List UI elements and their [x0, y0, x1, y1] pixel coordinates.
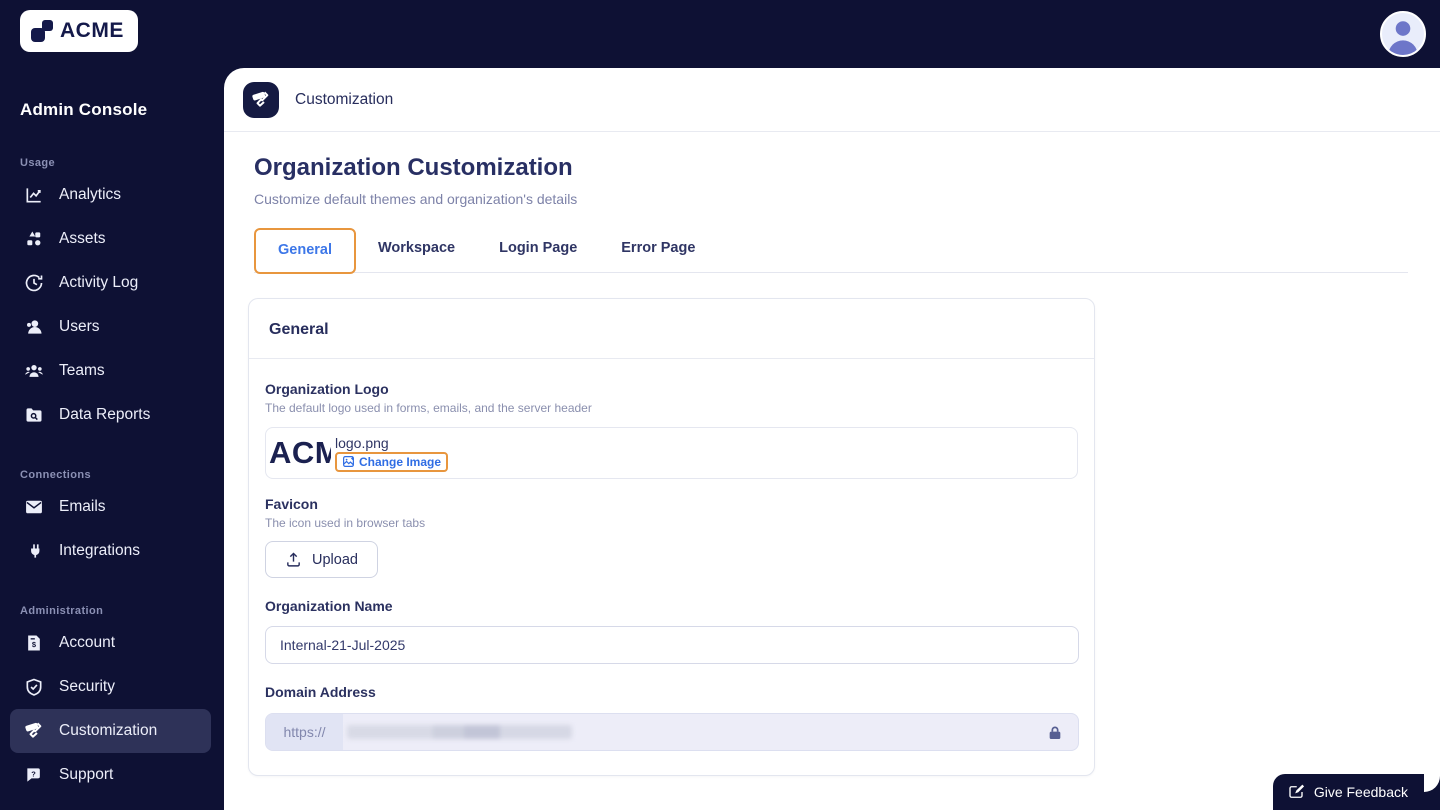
image-plus-icon — [343, 456, 354, 467]
sidebar-item-label: Analytics — [59, 186, 122, 203]
sidebar-item-label: Account — [59, 634, 116, 651]
assets-grid-icon — [27, 231, 41, 246]
sidebar-item-label: Activity Log — [59, 274, 139, 291]
panel-header-title: Customization — [295, 90, 394, 108]
lock-icon — [1049, 726, 1061, 739]
card-body: Organization Logo The default logo used … — [249, 359, 1094, 775]
sidebar-item-label: Customization — [59, 722, 158, 739]
brand-logo[interactable]: ACME — [20, 10, 138, 52]
envelope-icon — [26, 500, 42, 514]
section-label-usage: Usage — [20, 157, 56, 169]
favicon-field: Favicon The icon used in browser tabs Up… — [265, 496, 1078, 578]
analytics-chart-icon — [26, 188, 41, 203]
sidebar-item-label: Emails — [59, 498, 106, 515]
sidebar-item-label: Support — [59, 766, 114, 783]
plug-icon — [31, 544, 40, 558]
sidebar-item-label: Security — [59, 678, 115, 695]
general-settings-card: General Organization Logo The default lo… — [248, 298, 1095, 776]
logo-filename: logo.png — [335, 434, 389, 451]
sidebar-item-label: Assets — [59, 230, 106, 247]
upload-button-label: Upload — [312, 551, 358, 568]
sidebar-item-teams[interactable]: Teams — [10, 349, 211, 393]
feedback-pencil-icon — [1289, 784, 1304, 798]
paint-roller-icon — [25, 722, 42, 738]
section-label-administration: Administration — [20, 605, 104, 617]
upload-icon — [287, 552, 300, 567]
sidebar-item-label: Integrations — [59, 542, 140, 559]
sidebar-item-support[interactable]: ? Support — [10, 753, 211, 797]
domain-protocol-prefix: https:// — [266, 714, 343, 750]
sidebar-item-analytics[interactable]: Analytics — [10, 173, 211, 217]
sidebar-item-integrations[interactable]: Integrations — [10, 529, 211, 573]
brand-name: ACME — [60, 19, 124, 42]
give-feedback-label: Give Feedback — [1313, 784, 1408, 800]
favicon-label: Favicon — [265, 496, 318, 512]
sidebar-item-label: Users — [59, 318, 100, 335]
logo-meta: logo.png Change Image — [335, 434, 449, 472]
organization-name-label: Organization Name — [265, 598, 393, 614]
tab-general[interactable]: General — [254, 228, 356, 274]
user-avatar-icon — [1388, 21, 1418, 55]
sidebar-item-data-reports[interactable]: Data Reports — [10, 393, 211, 437]
sidebar-item-assets[interactable]: Assets — [10, 217, 211, 261]
billing-document-icon: $ — [28, 635, 40, 651]
sidebar-title: Admin Console — [20, 100, 148, 119]
sidebar-item-users[interactable]: Users — [10, 305, 211, 349]
page-content: Organization Customization Customize def… — [224, 132, 1440, 776]
sidebar-item-security[interactable]: Security — [10, 665, 211, 709]
user-avatar[interactable] — [1380, 11, 1426, 57]
sidebar-item-account[interactable]: $ Account — [10, 621, 211, 665]
acme-logo-icon — [30, 19, 54, 43]
sidebar-item-activity-log[interactable]: Activity Log — [10, 261, 211, 305]
organization-logo-image: ACME — [269, 435, 331, 470]
sidebar: Admin Console Usage Analytics Assets Act… — [0, 68, 224, 810]
domain-address-label: Domain Address — [265, 684, 376, 700]
domain-address-input: https:// — [265, 713, 1079, 751]
sidebar-item-customization[interactable]: Customization — [10, 709, 211, 753]
organization-name-input[interactable] — [265, 626, 1079, 664]
teams-group-icon — [25, 365, 43, 377]
tab-error-page[interactable]: Error Page — [599, 228, 717, 272]
activity-clock-icon — [25, 274, 43, 292]
svg-text:?: ? — [31, 769, 36, 778]
main-panel: Customization Organization Customization… — [224, 68, 1440, 810]
organization-logo-field: Organization Logo The default logo used … — [265, 381, 1078, 479]
bottom-right-corner — [1424, 774, 1440, 810]
tab-login-page[interactable]: Login Page — [477, 228, 599, 272]
favicon-description: The icon used in browser tabs — [265, 516, 426, 530]
organization-logo-description: The default logo used in forms, emails, … — [265, 401, 592, 415]
tab-workspace[interactable]: Workspace — [356, 228, 477, 272]
top-bar: ACME — [0, 0, 1440, 68]
folder-search-icon — [26, 408, 42, 422]
sidebar-item-label: Data Reports — [59, 406, 151, 423]
user-icon — [27, 320, 42, 334]
domain-address-field: Domain Address https:// — [265, 684, 1079, 751]
card-title: General — [269, 321, 329, 338]
tab-bar: General Workspace Login Page Error Page — [254, 228, 1408, 274]
logo-preview-box: ACME logo.png Change Image — [265, 427, 1078, 479]
change-image-label: Change Image — [359, 454, 442, 469]
section-label-connections: Connections — [20, 469, 92, 481]
upload-favicon-button[interactable]: Upload — [265, 541, 378, 578]
page-title: Organization Customization — [254, 154, 573, 181]
page-subtitle: Customize default themes and organizatio… — [254, 191, 578, 207]
domain-redacted-value — [347, 725, 572, 739]
sidebar-item-label: Teams — [59, 362, 105, 379]
give-feedback-button[interactable]: Give Feedback — [1272, 774, 1424, 810]
organization-logo-label: Organization Logo — [265, 381, 389, 397]
shield-check-icon — [26, 678, 42, 696]
sidebar-item-emails[interactable]: Emails — [10, 485, 211, 529]
card-header: General — [249, 299, 1094, 359]
organization-name-field: Organization Name — [265, 598, 1079, 664]
panel-header-icon-box — [243, 81, 279, 118]
change-image-button[interactable]: Change Image — [335, 451, 449, 472]
panel-header: Customization — [224, 68, 1440, 132]
paint-roller-icon — [252, 91, 269, 107]
chat-question-icon: ? — [27, 768, 40, 782]
